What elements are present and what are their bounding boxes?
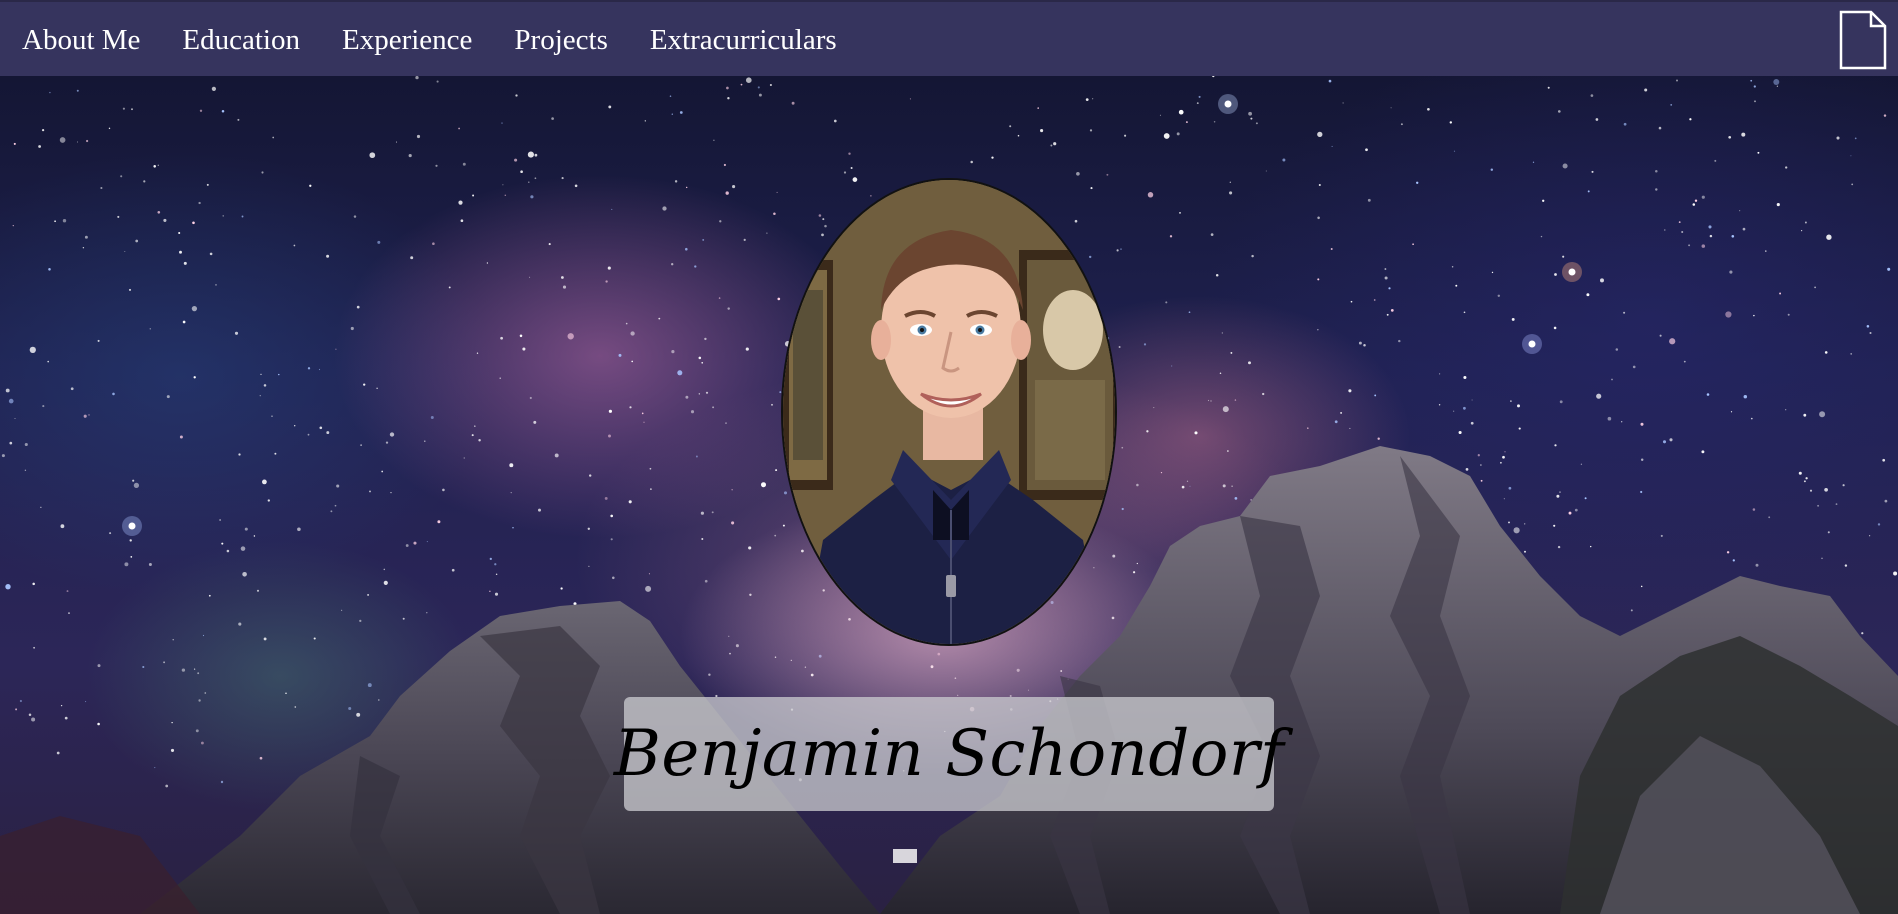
document-icon [1839, 10, 1887, 70]
nav-link-extracurriculars[interactable]: Extracurriculars [650, 25, 837, 55]
resume-button[interactable] [1838, 10, 1888, 70]
page: About Me Education Experience Projects E… [0, 0, 1898, 914]
name-plate: Benjamin Schondorf [614, 697, 1284, 811]
nav-link-education[interactable]: Education [182, 25, 300, 55]
navbar: About Me Education Experience Projects E… [0, 0, 1898, 76]
nav-links: About Me Education Experience Projects E… [22, 2, 879, 78]
profile-photo [781, 178, 1117, 646]
nav-link-experience[interactable]: Experience [342, 25, 472, 55]
nav-link-projects[interactable]: Projects [514, 25, 607, 55]
hero-section: Benjamin Schondorf [0, 76, 1898, 914]
nav-link-about-me[interactable]: About Me [22, 25, 140, 55]
page-title: Benjamin Schondorf [613, 717, 1285, 791]
